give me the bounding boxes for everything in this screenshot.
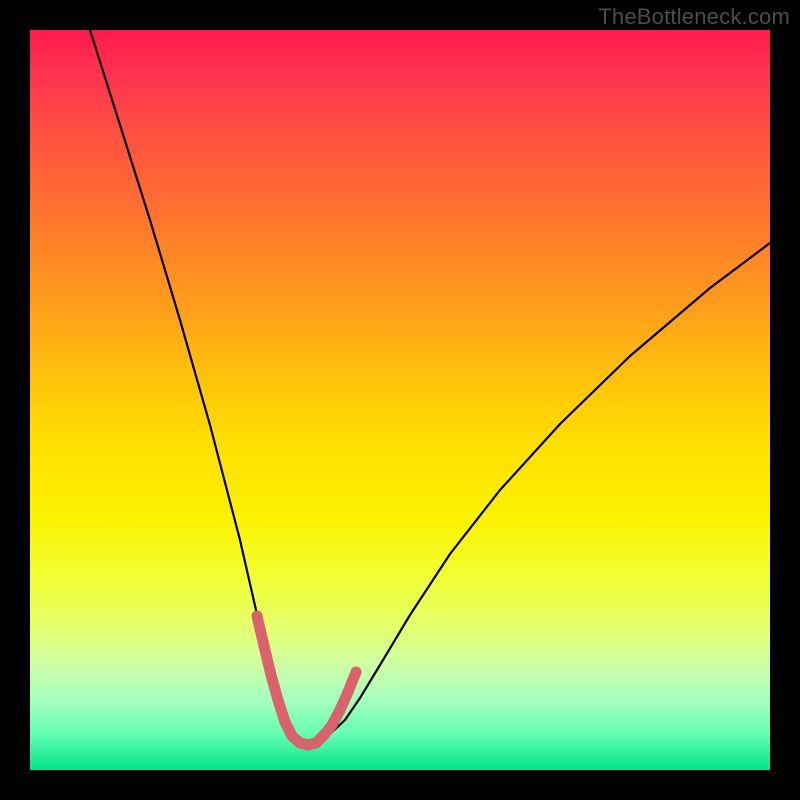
series-dot-valley-highlight xyxy=(280,717,291,728)
series-dot-valley-highlight xyxy=(252,611,263,622)
series-dot-valley-highlight xyxy=(327,720,338,731)
plot-area xyxy=(30,30,770,770)
series-dot-valley-highlight xyxy=(311,738,322,749)
series-dot-valley-highlight xyxy=(273,695,284,706)
series-dot-valley-highlight xyxy=(259,641,270,652)
series-dot-valley-highlight xyxy=(351,667,362,678)
series-bottleneck-curve xyxy=(90,30,770,744)
watermark-text: TheBottleneck.com xyxy=(598,4,790,30)
series-dot-valley-highlight xyxy=(335,705,346,716)
chart-frame: TheBottleneck.com xyxy=(0,0,800,800)
chart-svg xyxy=(30,30,770,770)
series-dot-valley-highlight xyxy=(266,670,277,681)
series-valley-highlight xyxy=(257,616,356,745)
series-dot-valley-highlight xyxy=(319,730,330,741)
series-dot-valley-highlight xyxy=(343,687,354,698)
